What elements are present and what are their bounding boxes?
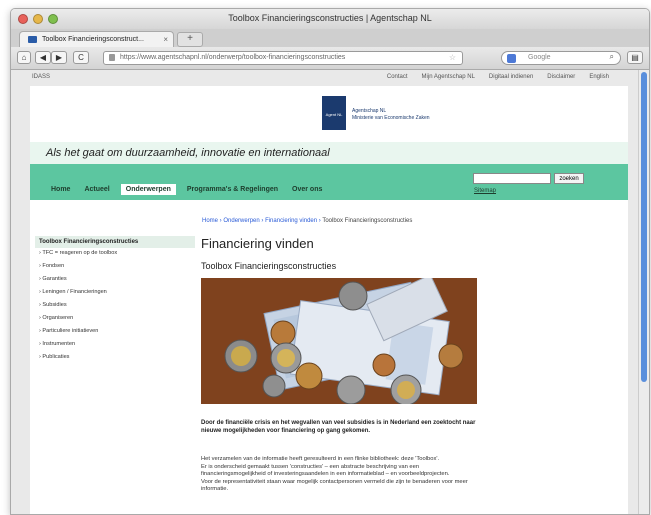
utility-links: Contact Mijn Agentschap NL Digitaal indi…: [387, 74, 609, 80]
new-tab-button[interactable]: +: [177, 32, 203, 47]
tagline: Als het gaat om duurzaamheid, innovatie …: [30, 142, 628, 164]
forward-button[interactable]: ▶: [51, 51, 67, 64]
search-button[interactable]: zoeken: [554, 173, 584, 184]
sidenav-item-label: TFC = reageren op de toolbox: [42, 250, 118, 256]
home-button[interactable]: ⌂: [17, 51, 31, 64]
browser-menu-button[interactable]: ▤: [627, 51, 643, 64]
utility-left-text: IDASS: [32, 74, 51, 80]
logo-org: Agentschap NL: [352, 108, 387, 114]
main-navigation: Home Actueel Onderwerpen Programma's & R…: [30, 164, 628, 200]
logo-text: Agentschap NL Ministerie van Economische…: [352, 108, 430, 122]
main-menu: Home Actueel Onderwerpen Programma's & R…: [48, 184, 325, 195]
sidenav-item[interactable]: › Publicaties: [35, 352, 195, 365]
sidenav-item[interactable]: › Particuliere initiatieven: [35, 326, 195, 339]
menu-item-onderwerpen[interactable]: Onderwerpen: [120, 184, 176, 195]
sidenav-item[interactable]: › Organiseren: [35, 313, 195, 326]
breadcrumb: Home › Onderwerpen › Financiering vinden…: [202, 218, 413, 224]
url-text: https://www.agentschapnl.nl/onderwerp/to…: [120, 54, 346, 61]
web-search-field[interactable]: Google ⌕: [501, 51, 621, 65]
sidenav-item-label: Instrumenten: [42, 341, 76, 347]
back-button[interactable]: ◀: [35, 51, 51, 64]
menu-item-programmas[interactable]: Programma's & Regelingen: [184, 184, 281, 195]
page-title: Financiering vinden: [201, 236, 314, 251]
intro-paragraph: Door de financiële crisis en het wegvall…: [201, 420, 476, 434]
sidenav-item-label: Leningen / Financieringen: [42, 289, 107, 295]
site-search-input[interactable]: [473, 173, 551, 184]
lock-icon: [109, 54, 115, 61]
sidenav-item-label: Fondsen: [42, 263, 65, 269]
menu-item-over-ons[interactable]: Over ons: [289, 184, 325, 195]
tab-label: Toolbox Financieringsconstruct...: [42, 36, 144, 43]
navigation-bar: ⌂ ◀ ▶ C https://www.agentschapnl.nl/onde…: [11, 47, 649, 70]
sitemap-link[interactable]: Sitemap: [474, 188, 496, 194]
sidenav-item-label: Subsidies: [42, 302, 67, 308]
address-bar[interactable]: https://www.agentschapnl.nl/onderwerp/to…: [103, 51, 463, 65]
breadcrumb-current: Toolbox Financieringsconstructies: [322, 218, 413, 224]
window-title: Toolbox Financieringsconstructies | Agen…: [228, 13, 432, 23]
utility-link[interactable]: Mijn Agentschap NL: [422, 74, 475, 80]
web-content: IDASS Contact Mijn Agentschap NL Digitaa…: [11, 70, 639, 514]
browser-window: Toolbox Financieringsconstructies | Agen…: [10, 8, 650, 515]
vertical-scrollbar[interactable]: [638, 70, 649, 514]
magnifier-icon[interactable]: ⌕: [610, 52, 614, 62]
web-search-placeholder: Google: [528, 54, 551, 61]
tab-bar: Toolbox Financieringsconstruct... × +: [11, 29, 649, 48]
side-navigation: Toolbox Financieringsconstructies › TFC …: [35, 236, 195, 365]
sidenav-item[interactable]: › Leningen / Financieringen: [35, 287, 195, 300]
sidenav-item[interactable]: › TFC = reageren op de toolbox: [35, 248, 195, 261]
rijksoverheid-logo[interactable]: Agent NL: [322, 96, 346, 130]
sidenav-item-label: Publicaties: [42, 354, 70, 360]
favicon-icon: [28, 36, 37, 43]
breadcrumb-home[interactable]: Home: [202, 218, 218, 224]
sidenav-item-label: Particuliere initiatieven: [42, 328, 99, 334]
utility-link[interactable]: Digitaal indienen: [489, 74, 533, 80]
sidenav-item-label: Organiseren: [42, 315, 74, 321]
sidenav-item[interactable]: › Garanties: [35, 274, 195, 287]
utility-bar: IDASS Contact Mijn Agentschap NL Digitaa…: [11, 72, 639, 84]
breadcrumb-financiering[interactable]: Financiering vinden: [265, 218, 317, 224]
utility-link[interactable]: English: [589, 74, 609, 80]
scrollbar-thumb[interactable]: [641, 72, 647, 382]
menu-item-home[interactable]: Home: [48, 184, 73, 195]
body-paragraph: Het verzamelen van de informatie heeft g…: [201, 456, 440, 462]
reload-button[interactable]: C: [73, 51, 89, 64]
utility-link[interactable]: Contact: [387, 74, 408, 80]
sidenav-item-label: Garanties: [42, 276, 67, 282]
sidenav-item-active[interactable]: Toolbox Financieringsconstructies: [35, 236, 195, 248]
sidenav-item[interactable]: › Instrumenten: [35, 339, 195, 352]
utility-link[interactable]: Disclaimer: [547, 74, 575, 80]
title-bar: Toolbox Financieringsconstructies | Agen…: [11, 9, 649, 29]
page-subtitle: Toolbox Financieringsconstructies: [201, 261, 337, 271]
body-text: Het verzamelen van de informatie heeft g…: [201, 456, 485, 494]
breadcrumb-onderwerpen[interactable]: Onderwerpen: [223, 218, 259, 224]
logo-ministry: Ministerie van Economische Zaken: [352, 115, 430, 121]
euro-money-photo: 20: [201, 278, 477, 404]
page-container: Agent NL Agentschap NL Ministerie van Ec…: [30, 86, 628, 514]
tab-close-icon[interactable]: ×: [163, 35, 168, 44]
sidenav-item[interactable]: › Fondsen: [35, 261, 195, 274]
tab-toolbox[interactable]: Toolbox Financieringsconstruct... ×: [19, 31, 174, 47]
sidenav-item[interactable]: › Subsidies: [35, 300, 195, 313]
menu-item-actueel[interactable]: Actueel: [81, 184, 112, 195]
google-icon: [507, 54, 516, 63]
body-paragraph: Voor de representativiteit staan waar mo…: [201, 478, 468, 493]
body-paragraph: Er is onderscheid gemaakt tussen 'constr…: [201, 463, 450, 478]
bookmark-star-icon[interactable]: ☆: [449, 53, 456, 62]
